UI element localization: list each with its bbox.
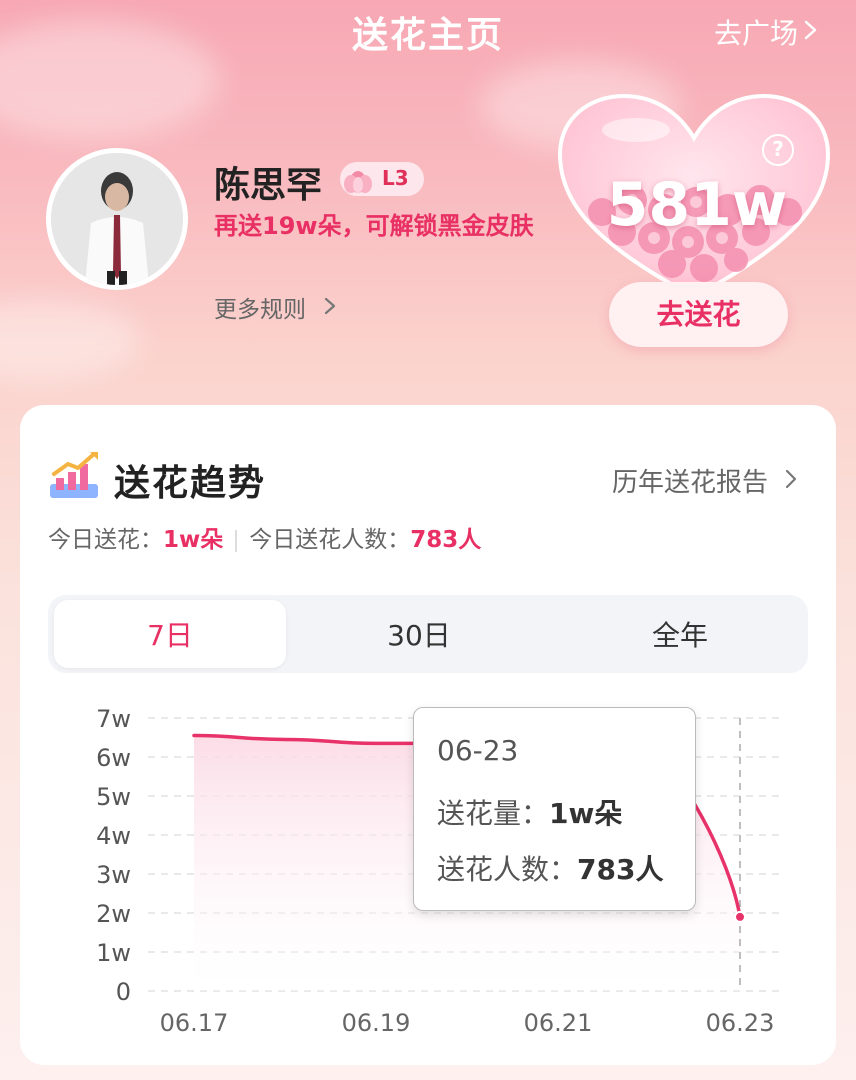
tooltip-people: 送花人数：783人 [437, 848, 663, 888]
user-name: 陈思罕 [214, 165, 323, 206]
trend-title: 送花趋势 [114, 463, 267, 504]
level-label: L3 [382, 166, 409, 190]
avatar-image [51, 153, 183, 285]
y-tick-label: 3w [96, 861, 131, 889]
today-stats: 今日送花：1w朵 今日送花人数：783人 [48, 520, 481, 554]
top-bar: 送花主页 去广场 [0, 0, 856, 64]
total-flowers: 581w [606, 170, 788, 240]
today-flowers-label: 今日送花： [48, 527, 163, 553]
tooltip-date: 06-23 [437, 734, 519, 767]
more-rules-link[interactable]: 更多规则 [214, 290, 306, 324]
today-people-label: 今日送花人数： [249, 527, 411, 553]
lotus-icon [344, 171, 372, 193]
chevron-right-icon[interactable] [322, 294, 338, 318]
plaza-link[interactable]: 去广场 [714, 12, 798, 52]
y-tick-label: 5w [96, 783, 131, 811]
chevron-right-icon[interactable] [782, 466, 800, 492]
tooltip-amount-label: 送花量： [437, 797, 550, 830]
avatar[interactable] [46, 148, 188, 290]
y-tick-label: 2w [96, 900, 131, 928]
tab-7-days[interactable]: 7日 [54, 614, 286, 654]
trend-chart-icon [50, 452, 98, 498]
today-flowers-value: 1w朵 [163, 527, 224, 553]
y-tick-label: 6w [96, 744, 131, 772]
chevron-right-icon[interactable] [800, 16, 822, 44]
data-point [734, 910, 746, 923]
tooltip-amount-value: 1w朵 [549, 797, 623, 830]
divider [235, 529, 238, 552]
x-tick-label: 06.23 [706, 1009, 775, 1037]
annual-report-link[interactable]: 历年送花报告 [612, 462, 768, 499]
question-circle-icon[interactable]: ? [762, 134, 794, 166]
tab-full-year[interactable]: 全年 [552, 614, 808, 654]
x-tick-label: 06.19 [342, 1009, 411, 1037]
tooltip-people-label: 送花人数： [437, 853, 578, 886]
y-tick-label: 7w [96, 705, 131, 733]
y-tick-label: 1w [96, 939, 131, 967]
y-tick-label: 4w [96, 822, 131, 850]
y-tick-label: 0 [116, 978, 131, 1006]
unlock-hint: 再送19w朵，可解锁黑金皮肤 [214, 212, 534, 240]
send-flower-button[interactable]: 去送花 [609, 282, 788, 347]
x-tick-label: 06.17 [160, 1009, 229, 1037]
tab-30-days[interactable]: 30日 [306, 614, 532, 654]
tooltip-people-value: 783人 [577, 853, 664, 886]
tooltip-amount: 送花量：1w朵 [437, 792, 622, 832]
x-tick-label: 06.21 [524, 1009, 593, 1037]
today-people-value: 783人 [410, 527, 482, 553]
